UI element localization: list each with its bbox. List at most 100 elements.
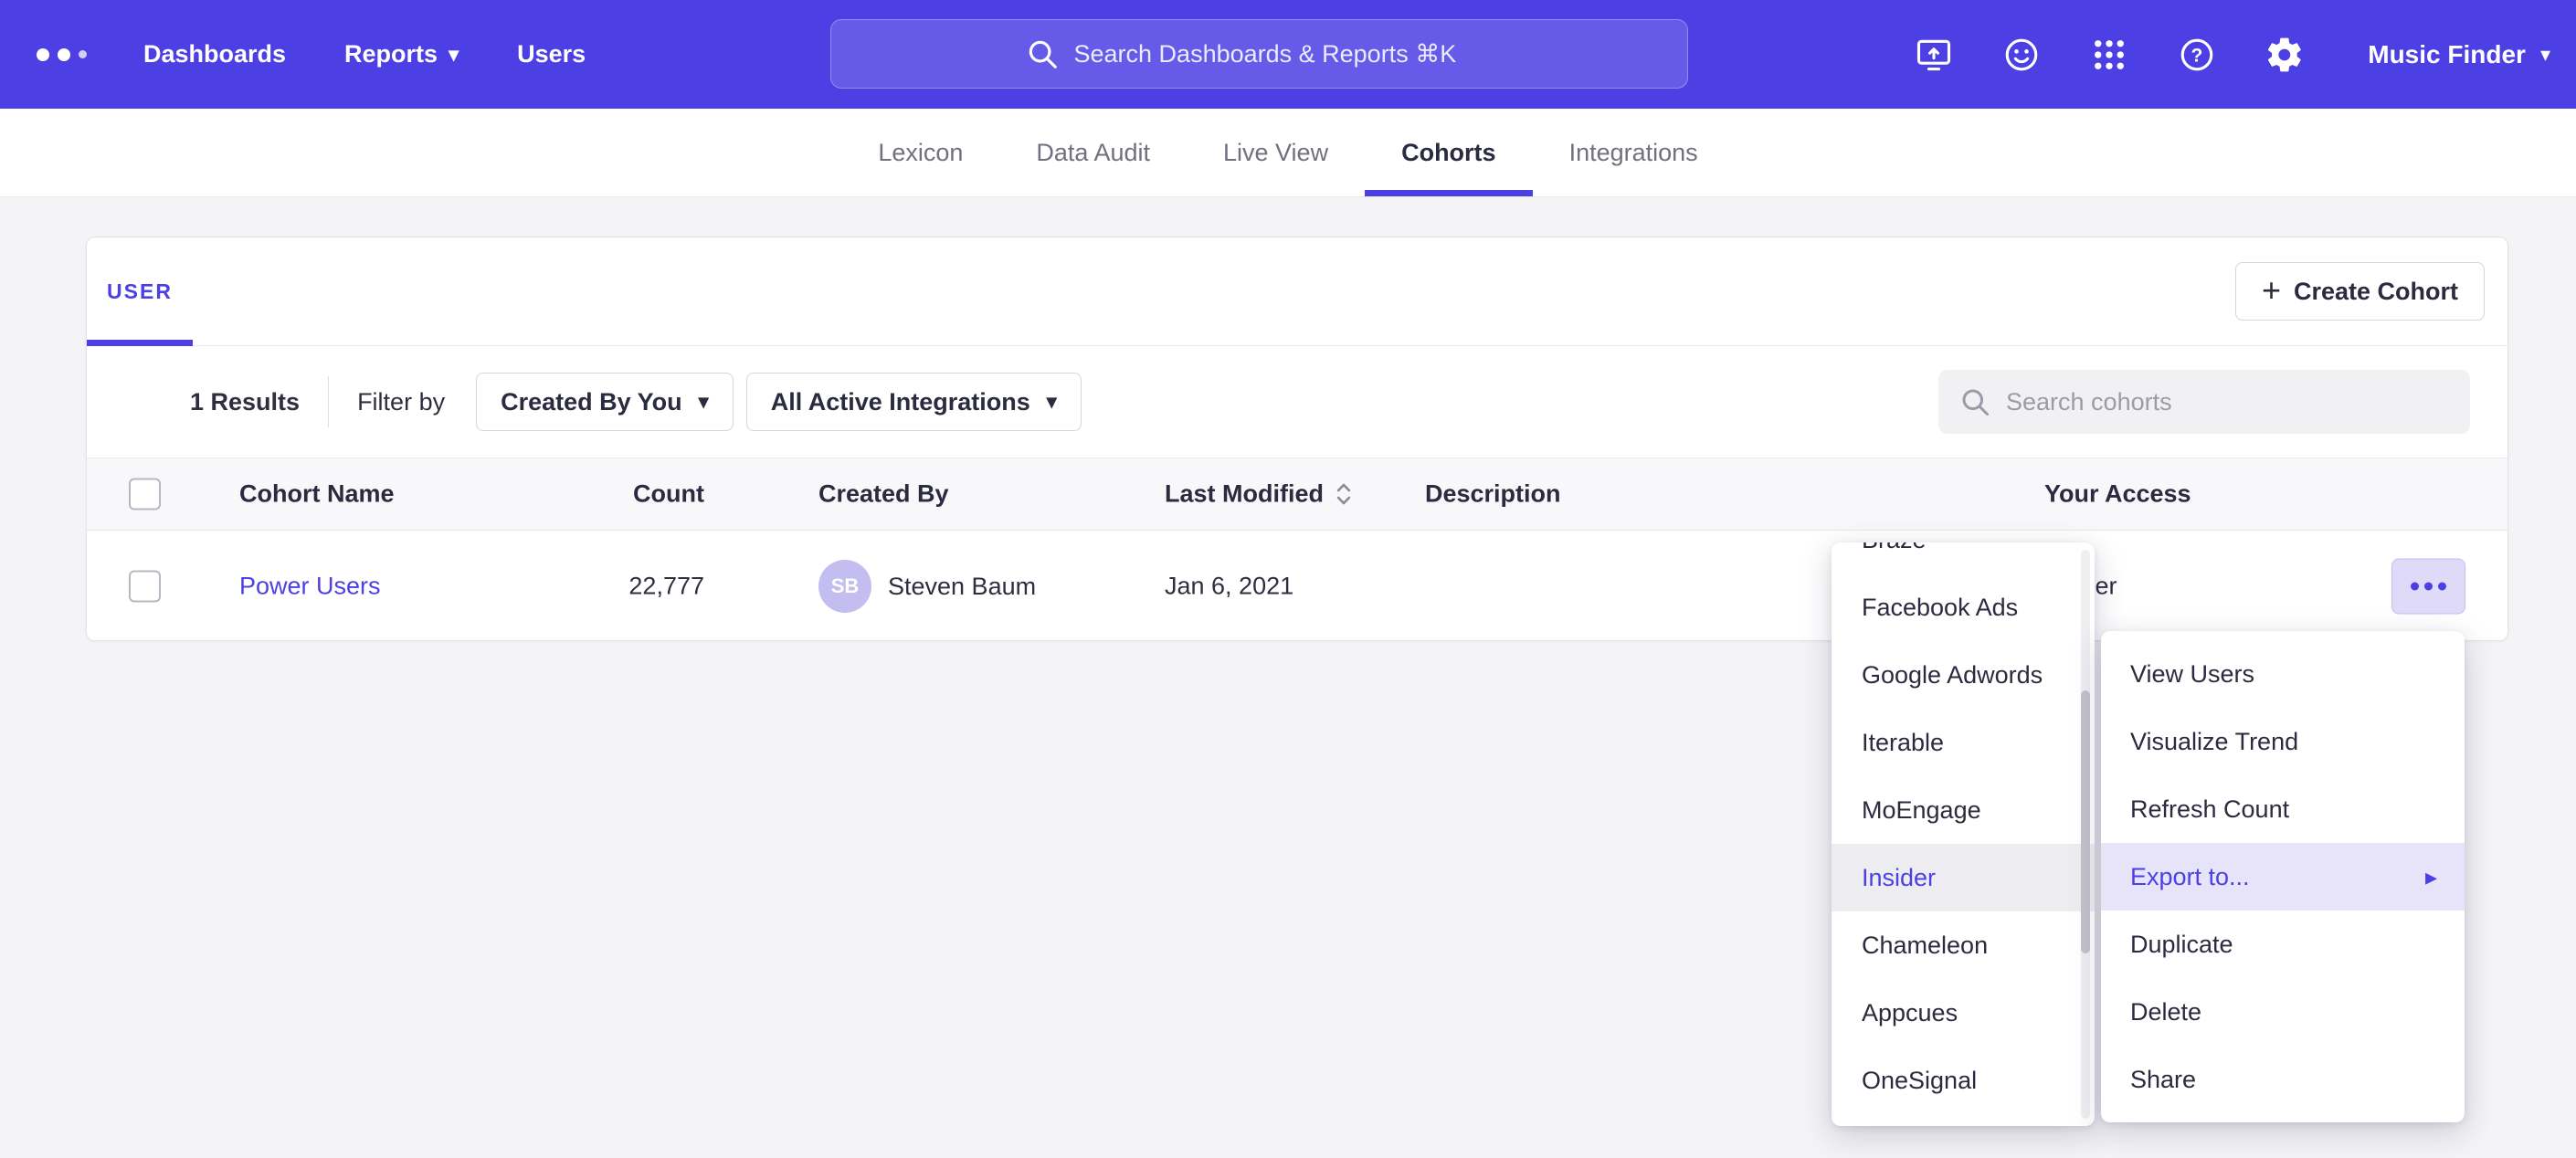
dot-icon [2424, 583, 2433, 591]
tab-user-cohorts[interactable]: USER [87, 237, 193, 345]
filter-integrations-dropdown[interactable]: All Active Integrations ▾ [746, 373, 1082, 431]
vertical-divider [328, 376, 329, 427]
menu-item-export-to[interactable]: Export to... ▸ [2101, 843, 2465, 911]
table-row[interactable]: Power Users 22,777 SB Steven Baum Jan 6,… [87, 531, 2507, 642]
menu-item-iterable[interactable]: Iterable [1832, 709, 2095, 776]
cohort-count: 22,777 [470, 573, 704, 601]
dot-icon [2438, 583, 2446, 591]
nav-item-label: Users [517, 40, 586, 68]
screen-share-icon[interactable] [1913, 34, 1955, 76]
menu-item-visualize-trend[interactable]: Visualize Trend [2101, 708, 2465, 775]
scrollbar-thumb[interactable] [2081, 690, 2090, 953]
tab-live-view[interactable]: Live View [1187, 109, 1365, 196]
feedback-smiley-icon[interactable] [2001, 34, 2043, 76]
menu-item-view-users[interactable]: View Users [2101, 640, 2465, 708]
column-header-count[interactable]: Count [470, 480, 704, 509]
filter-row: 1 Results Filter by Created By You ▾ All… [87, 346, 2507, 458]
cohort-context-menu: View Users Visualize Trend Refresh Count… [2101, 631, 2465, 1122]
topnav-right: ? Music Finder ▾ [1913, 34, 2550, 76]
tab-label: Data Audit [1036, 139, 1150, 167]
secondary-tab-bar: Lexicon Data Audit Live View Cohorts Int… [0, 109, 2576, 197]
menu-item-duplicate[interactable]: Duplicate [2101, 911, 2465, 978]
column-header-cohort-name[interactable]: Cohort Name [239, 480, 395, 509]
top-nav: Dashboards Reports ▾ Users [0, 0, 2576, 109]
search-icon [1025, 37, 1060, 71]
filter-label: All Active Integrations [771, 388, 1030, 416]
menu-item-facebook-ads[interactable]: Facebook Ads [1832, 574, 2095, 641]
menu-item-label: Export to... [2130, 863, 2250, 891]
mixpanel-logo[interactable] [37, 48, 87, 61]
created-by-cell: SB Steven Baum [818, 560, 1036, 613]
table-header: Cohort Name Count Created By Last Modifi… [87, 458, 2507, 531]
tab-label: Cohorts [1401, 139, 1496, 167]
tab-integrations[interactable]: Integrations [1533, 109, 1735, 196]
settings-gear-icon[interactable] [2264, 34, 2306, 76]
dot-icon [2411, 583, 2419, 591]
project-name: Music Finder [2368, 40, 2526, 69]
active-tab-underline [87, 340, 193, 346]
context-menu-list: View Users Visualize Trend Refresh Count… [2101, 640, 2465, 1113]
logo-dot [79, 50, 87, 58]
nav-item-users[interactable]: Users [517, 40, 586, 68]
filter-created-by-dropdown[interactable]: Created By You ▾ [476, 373, 734, 431]
logo-dot [37, 48, 49, 61]
tab-data-audit[interactable]: Data Audit [999, 109, 1187, 196]
chevron-down-icon: ▾ [2540, 45, 2550, 65]
tab-label: Lexicon [878, 139, 963, 167]
tab-cohorts[interactable]: Cohorts [1365, 109, 1533, 196]
menu-item-onesignal[interactable]: OneSignal [1832, 1047, 2095, 1114]
created-by-name: Steven Baum [888, 573, 1036, 601]
nav-item-label: Dashboards [143, 40, 286, 68]
column-header-description[interactable]: Description [1425, 480, 1561, 509]
nav-item-label: Reports [344, 40, 438, 68]
nav-item-dashboards[interactable]: Dashboards [143, 40, 286, 68]
primary-nav: Dashboards Reports ▾ Users [143, 40, 586, 68]
menu-item-braze[interactable]: Braze [1832, 542, 2095, 574]
chevron-down-icon: ▾ [699, 392, 709, 412]
menu-item-appcues[interactable]: Appcues [1832, 979, 2095, 1047]
column-header-your-access[interactable]: Your Access [2044, 480, 2191, 509]
card-header: USER + Create Cohort [87, 237, 2507, 346]
create-cohort-button[interactable]: + Create Cohort [2235, 262, 2485, 321]
chevron-down-icon: ▾ [1047, 392, 1057, 412]
nav-item-reports[interactable]: Reports ▾ [344, 40, 459, 68]
tab-lexicon[interactable]: Lexicon [841, 109, 999, 196]
cohort-name-link[interactable]: Power Users [239, 573, 381, 600]
apps-grid-icon[interactable] [2088, 34, 2130, 76]
menu-item-share[interactable]: Share [2101, 1046, 2465, 1113]
chevron-right-icon: ▸ [2425, 863, 2437, 891]
create-cohort-label: Create Cohort [2294, 278, 2458, 306]
svg-text:?: ? [2191, 45, 2203, 66]
avatar: SB [818, 560, 871, 613]
filter-label: Created By You [501, 388, 682, 416]
column-header-created-by[interactable]: Created By [818, 480, 949, 509]
tab-label: USER [107, 279, 173, 304]
export-destinations-submenu: Braze Facebook Ads Google Adwords Iterab… [1832, 542, 2095, 1126]
menu-item-delete[interactable]: Delete [2101, 978, 2465, 1046]
select-all-checkbox[interactable] [129, 479, 161, 511]
row-checkbox[interactable] [129, 571, 161, 603]
search-icon [1958, 385, 1991, 418]
chevron-down-icon: ▾ [449, 45, 459, 65]
cohort-search[interactable] [1938, 370, 2470, 434]
cohort-search-input[interactable] [2006, 388, 2450, 416]
filter-by-label: Filter by [357, 388, 445, 416]
column-header-last-modified[interactable]: Last Modified [1165, 480, 1353, 509]
help-icon[interactable]: ? [2176, 34, 2218, 76]
row-actions-button[interactable] [2391, 559, 2465, 615]
menu-item-moengage[interactable]: MoEngage [1832, 776, 2095, 844]
cohorts-card: USER + Create Cohort 1 Results Filter by… [86, 237, 2508, 641]
export-destinations-list: Braze Facebook Ads Google Adwords Iterab… [1832, 542, 2095, 1114]
global-search[interactable] [830, 19, 1688, 89]
results-count: 1 Results [190, 388, 300, 416]
menu-item-chameleon[interactable]: Chameleon [1832, 911, 2095, 979]
tab-label: Live View [1223, 139, 1328, 167]
project-selector[interactable]: Music Finder ▾ [2368, 40, 2550, 69]
last-modified-value: Jan 6, 2021 [1165, 573, 1293, 601]
menu-item-google-adwords[interactable]: Google Adwords [1832, 641, 2095, 709]
tab-label: Integrations [1569, 139, 1698, 167]
global-search-input[interactable] [1074, 40, 1494, 68]
menu-item-insider[interactable]: Insider [1832, 844, 2095, 911]
sort-icon[interactable] [1335, 482, 1353, 507]
menu-item-refresh-count[interactable]: Refresh Count [2101, 775, 2465, 843]
